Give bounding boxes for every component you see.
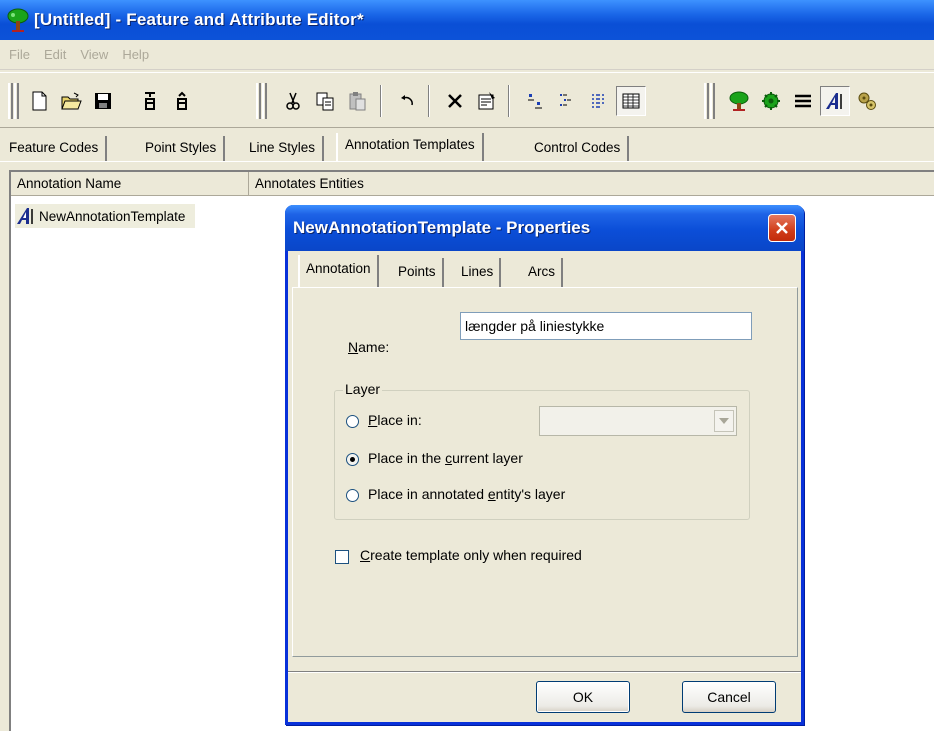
- radio-entity-layer-label[interactable]: Place in annotated entity's layer: [368, 486, 565, 502]
- properties-dialog: NewAnnotationTemplate - Properties Annot…: [285, 205, 804, 725]
- delete-x-icon: [448, 94, 462, 108]
- toolbar-grip[interactable]: [256, 83, 261, 119]
- new-file-icon: [32, 91, 47, 111]
- menu-edit[interactable]: Edit: [37, 47, 73, 62]
- properties-button[interactable]: [472, 86, 502, 116]
- tree-icon: [7, 8, 29, 32]
- undo-icon: [401, 95, 413, 106]
- close-button[interactable]: [768, 214, 796, 242]
- copy-icon: [316, 92, 334, 111]
- layer-select[interactable]: [539, 406, 737, 436]
- tab-annotation-templates[interactable]: Annotation Templates: [336, 133, 484, 162]
- radio-place-in[interactable]: [346, 415, 359, 428]
- annotation-templates-button[interactable]: [820, 86, 850, 116]
- tab-arcs[interactable]: Arcs: [522, 258, 563, 287]
- window-titlebar[interactable]: [Untitled] - Feature and Attribute Edito…: [0, 0, 934, 40]
- green-gear-point-icon: [762, 92, 780, 110]
- toolbar-grip[interactable]: [262, 83, 267, 119]
- list-view-button[interactable]: [584, 86, 614, 116]
- delete-button[interactable]: [440, 86, 470, 116]
- radio-place-in-label[interactable]: Place in:: [368, 412, 422, 428]
- import-button[interactable]: [167, 86, 197, 116]
- menu-file[interactable]: File: [2, 47, 37, 62]
- menu-bar: File Edit View Help: [0, 40, 934, 70]
- list-header: Annotation Name Annotates Entities: [11, 172, 934, 196]
- small-icons-icon: [560, 94, 571, 106]
- properties-icon: [478, 92, 495, 110]
- list-item[interactable]: NewAnnotationTemplate: [15, 204, 196, 228]
- column-annotates-entities[interactable]: Annotates Entities: [249, 172, 934, 196]
- paste-button[interactable]: [342, 86, 372, 116]
- layer-group-label: Layer: [343, 381, 383, 397]
- annotation-a-icon: [826, 93, 842, 109]
- feature-codes-button[interactable]: [724, 86, 754, 116]
- large-icons-button[interactable]: [520, 86, 550, 116]
- paste-icon: [349, 92, 366, 111]
- annotation-a-icon: [17, 208, 33, 224]
- tab-line-styles[interactable]: Line Styles: [242, 136, 325, 162]
- import-icon: [177, 91, 187, 110]
- dialog-separator: [288, 671, 801, 673]
- create-template-label[interactable]: Create template only when required: [360, 547, 582, 563]
- toolbar: [0, 72, 934, 128]
- tab-feature-codes[interactable]: Feature Codes: [2, 136, 108, 162]
- toolbar-grip[interactable]: [710, 83, 715, 119]
- new-button[interactable]: [24, 86, 54, 116]
- window-title: [Untitled] - Feature and Attribute Edito…: [34, 10, 364, 29]
- list-item-name: NewAnnotationTemplate: [39, 208, 186, 224]
- dialog-title: NewAnnotationTemplate - Properties: [293, 218, 591, 237]
- point-styles-button[interactable]: [756, 86, 786, 116]
- open-folder-icon: [61, 92, 82, 110]
- line-styles-button[interactable]: [788, 86, 818, 116]
- details-view-button[interactable]: [616, 86, 646, 116]
- menu-help[interactable]: Help: [115, 47, 156, 62]
- cancel-button[interactable]: Cancel: [682, 681, 776, 713]
- chevron-down-icon: [719, 418, 729, 424]
- name-label: Name:: [348, 339, 390, 355]
- cut-button[interactable]: [278, 86, 308, 116]
- dialog-tab-strip: Annotation Points Lines Arcs: [292, 254, 798, 287]
- export-button[interactable]: [135, 86, 165, 116]
- copy-button[interactable]: [310, 86, 340, 116]
- undo-button[interactable]: [392, 86, 422, 116]
- open-button[interactable]: [56, 86, 86, 116]
- scissors-icon: [286, 92, 300, 110]
- radio-place-in-entity-layer[interactable]: [346, 489, 359, 502]
- column-annotation-name[interactable]: Annotation Name: [11, 172, 249, 196]
- main-tab-strip: Feature Codes Point Styles Line Styles A…: [0, 130, 934, 162]
- name-input[interactable]: [460, 312, 752, 340]
- tree-icon: [729, 91, 749, 111]
- tab-annotation[interactable]: Annotation: [298, 255, 379, 287]
- toolbar-separator: [508, 85, 510, 117]
- tab-control-codes[interactable]: Control Codes: [527, 136, 630, 162]
- toolbar-separator: [428, 85, 430, 117]
- toolbar-separator: [380, 85, 382, 117]
- ok-button[interactable]: OK: [536, 681, 630, 713]
- line-styles-icon: [795, 94, 811, 108]
- create-template-checkbox[interactable]: [335, 550, 349, 564]
- tab-point-styles[interactable]: Point Styles: [138, 136, 226, 162]
- tab-lines[interactable]: Lines: [455, 258, 502, 287]
- save-button[interactable]: [88, 86, 118, 116]
- small-icons-button[interactable]: [552, 86, 582, 116]
- menu-view[interactable]: View: [73, 47, 115, 62]
- close-icon: [776, 222, 788, 234]
- floppy-disk-icon: [95, 93, 111, 109]
- radio-current-layer-label[interactable]: Place in the current layer: [368, 450, 523, 466]
- toolbar-grip[interactable]: [14, 83, 19, 119]
- export-icon: [145, 92, 155, 110]
- tab-strip-baseline: [0, 161, 934, 162]
- control-codes-button[interactable]: [852, 86, 882, 116]
- large-icons-icon: [528, 94, 542, 109]
- radio-place-in-current-layer[interactable]: [346, 453, 359, 466]
- list-view-icon: [592, 94, 604, 108]
- details-view-icon: [622, 93, 640, 109]
- toolbar-grip[interactable]: [704, 83, 709, 119]
- toolbar-grip[interactable]: [8, 83, 13, 119]
- gears-icon: [858, 92, 876, 110]
- dialog-titlebar[interactable]: NewAnnotationTemplate - Properties: [285, 205, 804, 251]
- tab-points[interactable]: Points: [392, 258, 444, 287]
- dropdown-arrow[interactable]: [714, 410, 734, 432]
